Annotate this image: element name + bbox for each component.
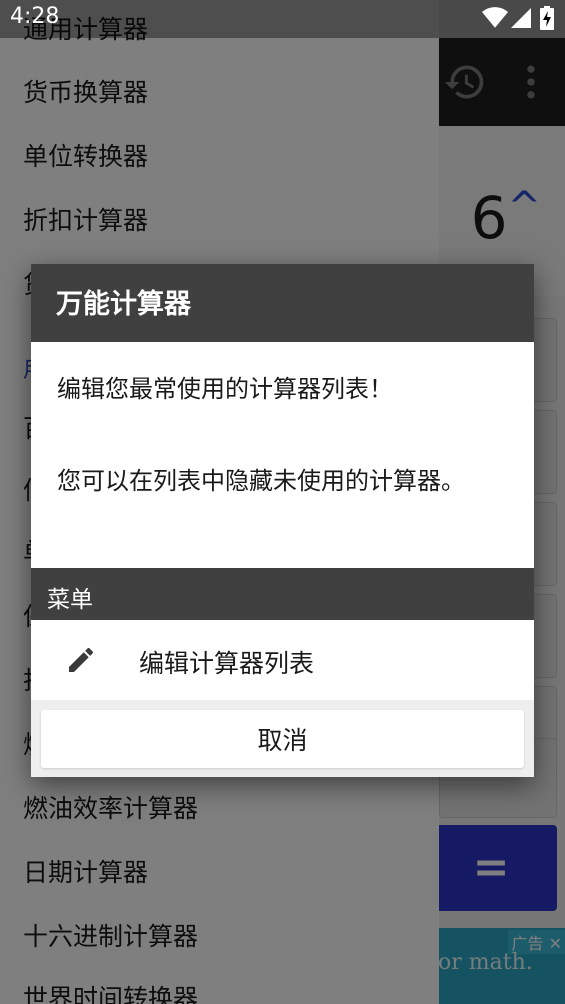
pencil-icon	[65, 644, 97, 676]
edit-calculator-list-item[interactable]: 编辑计算器列表	[31, 620, 534, 700]
dialog-title: 万能计算器	[56, 289, 191, 320]
edit-calculator-list-label: 编辑计算器列表	[139, 649, 315, 678]
battery-charging-icon	[540, 6, 554, 34]
dialog-header: 万能计算器	[31, 264, 534, 342]
calculator-list-dialog: 万能计算器 编辑您最常使用的计算器列表！ 您可以在列表中隐藏未使用的计算器。 菜…	[31, 264, 534, 777]
menu-section-header: 菜单	[31, 568, 534, 620]
status-time: 4:28	[10, 4, 60, 29]
dialog-message-secondary: 您可以在列表中隐藏未使用的计算器。	[57, 467, 465, 495]
dialog-message-primary: 编辑您最常使用的计算器列表！	[57, 375, 393, 403]
wifi-icon	[482, 7, 508, 33]
status-bar: 4:28	[0, 0, 565, 38]
signal-icon	[511, 7, 531, 33]
menu-header-label: 菜单	[47, 587, 93, 613]
cancel-button[interactable]: 取消	[41, 710, 524, 768]
dialog-body: 编辑您最常使用的计算器列表！ 您可以在列表中隐藏未使用的计算器。	[31, 342, 534, 568]
